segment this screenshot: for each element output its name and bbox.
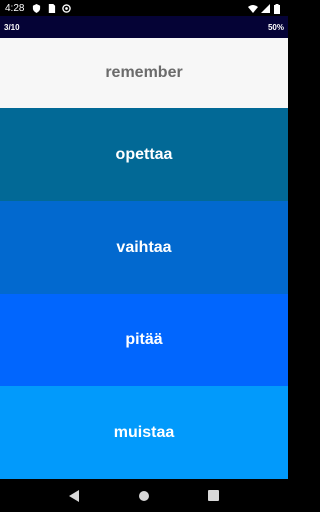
answer-option-2[interactable]: vaihtaa <box>0 201 288 294</box>
back-icon[interactable] <box>68 489 82 503</box>
prompt-word: remember <box>0 38 288 108</box>
progress-bar: 3/10 50% <box>0 16 288 38</box>
sim-icon <box>47 3 56 13</box>
shield-icon <box>32 3 41 13</box>
progress-percent: 50% <box>267 22 284 32</box>
answer-option-1[interactable]: opettaa <box>0 108 288 201</box>
answer-option-3[interactable]: pitää <box>0 294 288 386</box>
battery-icon <box>274 3 283 14</box>
signal-icon <box>261 3 270 13</box>
status-bar: 4:28 <box>0 0 288 16</box>
status-time: 4:28 <box>5 2 25 14</box>
cast-icon <box>62 3 72 13</box>
home-icon[interactable] <box>137 489 151 503</box>
question-counter: 3/10 <box>4 22 20 32</box>
wifi-icon <box>248 4 258 13</box>
answer-option-4[interactable]: muistaa <box>0 386 288 479</box>
recents-icon[interactable] <box>206 489 220 503</box>
navigation-bar <box>0 479 288 512</box>
